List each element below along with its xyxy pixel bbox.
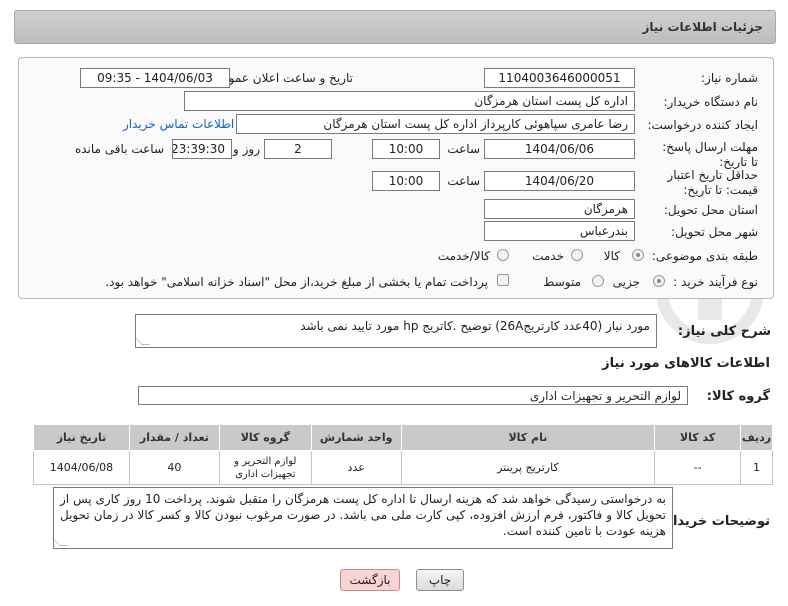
summary-label: شرح کلی نیاز: — [677, 324, 771, 339]
reply-date-field: 1404/06/06 — [484, 139, 635, 159]
city-field: بندرعباس — [484, 221, 635, 241]
buyer-notes-label: توضیحات خریدار: — [660, 514, 770, 529]
reply-time-field: 10:00 — [372, 139, 440, 159]
goods-table: ردیف کد کالا نام کالا واحد شمارش گروه کا… — [33, 424, 773, 485]
category-radio-goods-service[interactable] — [497, 249, 509, 261]
treasury-checkbox[interactable] — [497, 274, 509, 286]
cell-unit: عدد — [310, 450, 402, 485]
province-label: استان محل تحویل: — [663, 203, 758, 217]
page-title: جزئیات اطلاعات نیاز — [642, 20, 763, 34]
col-name: نام کالا — [400, 424, 656, 451]
announce-datetime-field: 1404/06/03 - 09:35 — [80, 68, 230, 88]
process-radio-medium[interactable] — [592, 275, 604, 287]
province-field: هرمزگان — [484, 199, 635, 219]
resize-handle-icon[interactable] — [134, 337, 150, 345]
col-date: تاریخ نیاز — [33, 424, 130, 451]
remaining-label: ساعت باقی مانده — [74, 142, 164, 156]
need-number-label: شماره نیاز: — [701, 71, 758, 85]
buyer-org-field: اداره کل پست استان هرمزگان — [184, 91, 635, 111]
resize-handle-icon[interactable] — [52, 538, 68, 546]
back-button[interactable]: بازگشت — [340, 569, 400, 591]
payment-note: پرداخت تمام یا بخشی از مبلغ خرید،از محل … — [105, 275, 488, 289]
cell-group: لوازم التحریر و تجهیزات اداری — [218, 450, 312, 485]
goods-section-title: اطلاعات کالاهای مورد نیاز — [602, 356, 770, 371]
cell-row: 1 — [740, 450, 773, 485]
col-row: ردیف — [740, 424, 773, 451]
cell-date: 1404/06/08 — [33, 450, 130, 485]
category-option-service: خدمت — [532, 249, 564, 263]
col-group: گروه کالا — [218, 424, 312, 451]
table-row: 1 -- کارتریج پرینتر عدد لوازم التحریر و … — [33, 450, 773, 485]
buyer-org-label: نام دستگاه خریدار: — [663, 95, 759, 109]
process-label: نوع فرآیند خرید : — [673, 275, 758, 289]
creator-label: ایجاد کننده درخواست: — [647, 118, 758, 132]
reply-deadline-label: مهلت ارسال پاسخ: تا تاریخ: — [662, 140, 758, 169]
price-time-label: ساعت — [447, 174, 480, 188]
goods-group-field: لوازم التحریر و تجهیزات اداری — [138, 386, 688, 405]
creator-field: رضا عامری سپاهوئی کارپرداز اداره کل پست … — [236, 114, 635, 134]
days-label: روز و — [233, 142, 260, 156]
buyer-notes-textarea: به درخواستی رسیدگی خواهد شد که هزینه ارس… — [52, 487, 673, 549]
goods-group-label: گروه کالا: — [706, 389, 770, 404]
cell-name: کارتریج پرینتر — [400, 450, 656, 485]
buyer-contact-link[interactable]: اطلاعات تماس خریدار — [123, 117, 234, 131]
category-radio-goods[interactable] — [632, 249, 644, 261]
process-option-minor: جزیی — [612, 275, 640, 289]
col-unit: واحد شمارش — [310, 424, 402, 451]
process-radio-minor[interactable] — [653, 275, 665, 287]
price-deadline-label: حداقل تاریخ اعتبار قیمت: تا تاریخ: — [667, 168, 758, 197]
summary-text: مورد نیاز (40عدد کارتریج26A) توضیح .کاتر… — [300, 319, 650, 333]
remaining-time-field: 23:39:30 — [172, 139, 232, 159]
col-qty: تعداد / مقدار — [128, 424, 220, 451]
summary-textarea: مورد نیاز (40عدد کارتریج26A) توضیح .کاتر… — [134, 314, 657, 348]
col-code: کد کالا — [654, 424, 742, 451]
price-time-field: 10:00 — [372, 171, 440, 191]
price-date-field: 1404/06/20 — [484, 171, 635, 191]
cell-qty: 40 — [128, 450, 220, 485]
category-option-goods-service: کالا/خدمت — [437, 249, 490, 263]
cell-code: -- — [654, 450, 742, 485]
category-option-goods: کالا — [603, 249, 620, 263]
reply-time-label: ساعت — [447, 142, 480, 156]
city-label: شهر محل تحویل: — [671, 225, 758, 239]
days-field: 2 — [264, 139, 332, 159]
need-number-field: 1104003646000051 — [484, 68, 635, 88]
category-radio-service[interactable] — [571, 249, 583, 261]
category-label: طبقه بندی موضوعی: — [651, 249, 758, 263]
page-header: جزئیات اطلاعات نیاز — [14, 10, 776, 44]
print-button[interactable]: چاپ — [416, 569, 464, 591]
buyer-notes-text: به درخواستی رسیدگی خواهد شد که هزینه ارس… — [60, 492, 666, 538]
process-option-medium: متوسط — [543, 275, 581, 289]
